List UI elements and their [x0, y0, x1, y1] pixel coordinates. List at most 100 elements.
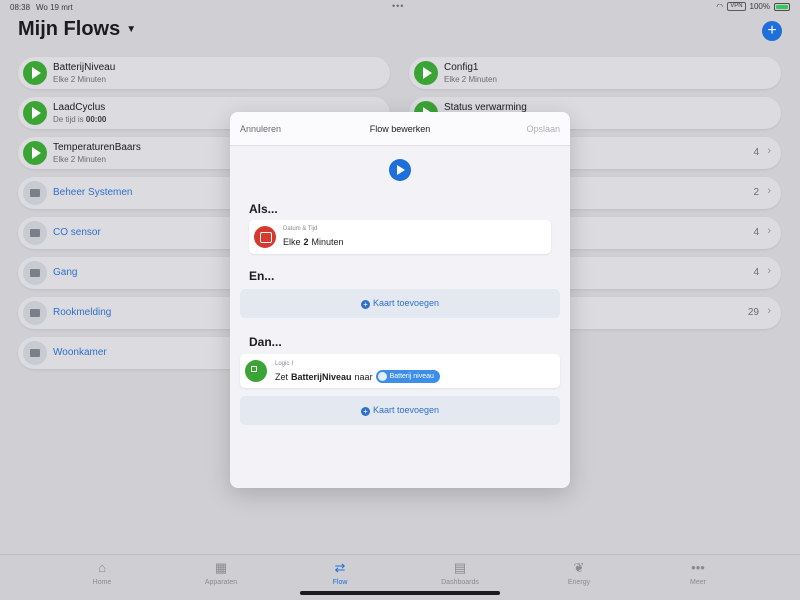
folder-icon: [23, 181, 47, 205]
folder-icon: [23, 341, 47, 365]
status-bar: 08:38 Wo 19 mrt ••• ◠ VPN 100%: [0, 0, 800, 14]
variable-pill-text: Batterij niveau: [389, 373, 434, 380]
trigger-card[interactable]: Datum & Tijd Elke 2 Minuten: [249, 220, 551, 254]
add-card-text: Kaart toevoegen: [372, 298, 440, 308]
play-icon[interactable]: [23, 141, 47, 165]
run-flow-button[interactable]: [389, 159, 411, 181]
trigger-card-label: Datum & Tijd: [283, 226, 318, 232]
folder-count: 29: [747, 307, 759, 318]
folder-icon: [23, 301, 47, 325]
add-card-text: Kaart toevoegen: [372, 405, 440, 415]
flow-title: Config1: [444, 62, 479, 73]
vpn-badge: VPN: [727, 2, 746, 11]
home-indicator[interactable]: [300, 591, 500, 595]
chevron-right-icon: ›: [767, 185, 771, 197]
logic-blocks-icon: [245, 360, 267, 382]
page-title[interactable]: Mijn Flows ▼: [18, 18, 136, 41]
modal-title: Flow bewerken: [369, 124, 431, 134]
chevron-down-icon: ▼: [126, 24, 137, 35]
plus-circle-icon: +: [360, 300, 370, 309]
folder-icon: [23, 221, 47, 245]
folder-title: Woonkamer: [53, 347, 107, 358]
tab-home[interactable]: ⌂ Home: [62, 560, 142, 586]
trigger-text-suffix: Minuten: [311, 237, 344, 247]
chevron-right-icon: ›: [767, 225, 771, 237]
play-icon[interactable]: [414, 61, 438, 85]
trigger-card-text: Elke 2 Minuten: [283, 237, 344, 247]
flow-subtitle-bold: 00:00: [85, 115, 107, 124]
modal-header: Annuleren Flow bewerken Opslaan: [230, 112, 570, 146]
shuffle-icon: ⇄: [334, 560, 346, 575]
trigger-text-bold: 2: [303, 237, 309, 247]
folder-count: 4: [753, 147, 759, 158]
variable-icon: [377, 372, 387, 381]
dashboard-icon: ▤: [453, 560, 467, 575]
save-button[interactable]: Opslaan: [526, 124, 560, 134]
tab-label: Meer: [690, 579, 706, 586]
edit-flow-modal: Annuleren Flow bewerken Opslaan Als... D…: [230, 112, 570, 488]
status-right: ◠ VPN 100%: [716, 2, 790, 11]
flow-subtitle: Elke 2 Minuten: [53, 155, 106, 164]
grid-icon: ▦: [214, 560, 228, 575]
folder-count: 4: [753, 267, 759, 278]
battery-icon: [774, 2, 790, 11]
flow-subtitle-prefix: De tijd is: [53, 115, 86, 124]
folder-title: Beheer Systemen: [53, 187, 133, 198]
status-date: Wo 19 mrt: [36, 3, 73, 12]
status-time: 08:38: [10, 3, 31, 12]
tab-energy[interactable]: ❦ Energy: [539, 560, 619, 586]
paperclip-icon: ⌇: [291, 361, 294, 367]
action-card-label-text: Logic: [275, 361, 290, 367]
folder-count: 4: [753, 227, 759, 238]
add-condition-card-button[interactable]: + Kaart toevoegen: [240, 289, 560, 318]
tab-label: Flow: [332, 579, 348, 586]
plus-icon: +: [767, 22, 777, 39]
add-card-label: + Kaart toevoegen: [240, 405, 560, 416]
and-heading: En...: [249, 269, 275, 283]
home-icon: ⌂: [98, 560, 106, 575]
add-card-label: + Kaart toevoegen: [240, 298, 560, 309]
calendar-clock-icon: [254, 226, 276, 248]
action-card-label: Logic ⌇: [275, 360, 294, 367]
folder-title: Rookmelding: [53, 307, 112, 318]
tab-label: Home: [92, 579, 112, 586]
tab-label: Apparaten: [204, 579, 238, 586]
action-card-text: Zet BatterijNiveau naar Batterij niveau: [275, 370, 440, 383]
action-text-mid: naar: [354, 371, 373, 382]
variable-pill[interactable]: Batterij niveau: [375, 370, 440, 383]
more-icon: •••: [691, 560, 705, 575]
play-icon[interactable]: [23, 61, 47, 85]
action-text-bold: BatterijNiveau: [291, 371, 352, 382]
flow-subtitle: Elke 2 Minuten: [444, 75, 497, 84]
plus-circle-icon: +: [360, 407, 370, 416]
chevron-right-icon: ›: [767, 305, 771, 317]
add-action-card-button[interactable]: + Kaart toevoegen: [240, 396, 560, 425]
battery-percent: 100%: [749, 2, 770, 11]
tab-flow[interactable]: ⇄ Flow: [300, 560, 380, 586]
then-heading: Dan...: [249, 335, 282, 349]
tab-dashboards[interactable]: ▤ Dashboards: [420, 560, 500, 586]
flow-subtitle: De tijd is 00:00: [53, 115, 106, 124]
flow-subtitle: Elke 2 Minuten: [53, 75, 106, 84]
folder-count: 2: [753, 187, 759, 198]
leaf-icon: ❦: [573, 560, 585, 575]
play-icon[interactable]: [23, 101, 47, 125]
when-heading: Als...: [249, 202, 278, 216]
tab-label: Energy: [567, 579, 591, 586]
flow-title: LaadCyclus: [53, 102, 106, 113]
tab-meer[interactable]: ••• Meer: [658, 560, 738, 586]
action-card[interactable]: Logic ⌇ Zet BatterijNiveau naar Batterij…: [240, 354, 560, 388]
chevron-right-icon: ›: [767, 265, 771, 277]
trigger-text-prefix: Elke: [283, 237, 301, 247]
flow-row[interactable]: BatterijNiveau Elke 2 Minuten: [18, 57, 390, 89]
tab-apparaten[interactable]: ▦ Apparaten: [181, 560, 261, 586]
chevron-right-icon: ›: [767, 145, 771, 157]
action-text-prefix: Zet: [275, 371, 289, 382]
folder-title: CO sensor: [53, 227, 101, 238]
page-title-text: Mijn Flows: [18, 18, 121, 40]
multitasking-dots-icon[interactable]: •••: [392, 1, 404, 11]
tab-label: Dashboards: [441, 579, 479, 586]
flow-title: BatterijNiveau: [53, 62, 116, 73]
add-flow-button[interactable]: +: [762, 21, 782, 41]
flow-row[interactable]: Config1 Elke 2 Minuten: [409, 57, 781, 89]
